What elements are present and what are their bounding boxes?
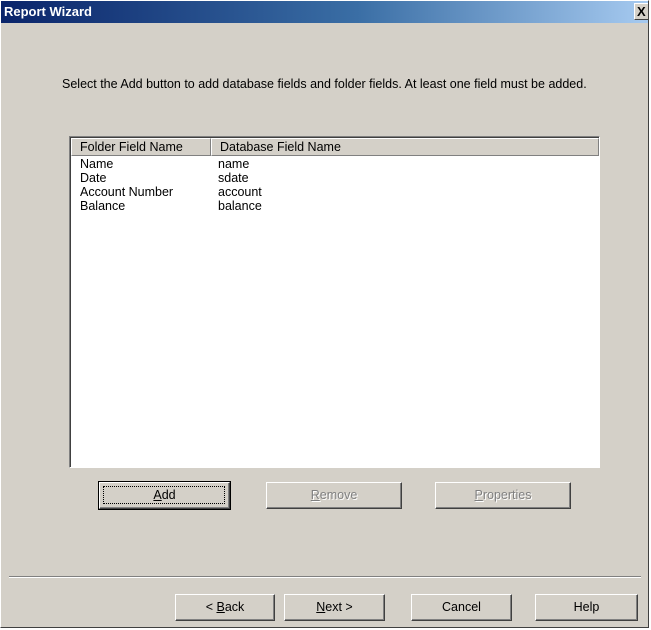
folder-field-name: Name <box>80 157 114 171</box>
database-field-name: sdate <box>218 171 249 185</box>
folder-field-name: Account Number <box>80 185 174 199</box>
database-field-name: name <box>218 157 250 171</box>
list-item[interactable]: Balance balance <box>71 199 599 213</box>
field-list[interactable]: Folder Field Name Database Field Name Na… <box>69 136 600 468</box>
list-item[interactable]: Name name <box>71 157 599 171</box>
report-wizard-dialog: Report Wizard X Select the Add button to… <box>0 0 649 628</box>
close-icon[interactable]: X <box>634 3 648 20</box>
next-button[interactable]: Next > <box>284 594 385 621</box>
separator-line <box>9 576 641 578</box>
properties-button[interactable]: Properties <box>435 482 571 509</box>
column-header-folder-field-name[interactable]: Folder Field Name <box>71 138 211 156</box>
focus-rectangle <box>103 486 225 504</box>
list-item[interactable]: Date sdate <box>71 171 599 185</box>
instructions-text: Select the Add button to add database fi… <box>62 77 587 91</box>
add-button[interactable]: Add <box>98 481 231 510</box>
field-list-header: Folder Field Name Database Field Name <box>71 138 599 156</box>
list-item[interactable]: Account Number account <box>71 185 599 199</box>
database-field-name: balance <box>218 199 262 213</box>
title-bar[interactable]: Report Wizard X <box>1 1 648 23</box>
field-list-rows: Name name Date sdate Account Number acco… <box>71 157 599 213</box>
cancel-button[interactable]: Cancel <box>411 594 512 621</box>
help-button[interactable]: Help <box>535 594 638 621</box>
folder-field-name: Balance <box>80 199 126 213</box>
remove-button[interactable]: Remove <box>266 482 402 509</box>
column-header-database-field-name[interactable]: Database Field Name <box>211 138 599 156</box>
window-title: Report Wizard <box>4 4 92 19</box>
back-button[interactable]: < Back <box>175 594 275 621</box>
folder-field-name: Date <box>80 171 107 185</box>
database-field-name: account <box>218 185 262 199</box>
